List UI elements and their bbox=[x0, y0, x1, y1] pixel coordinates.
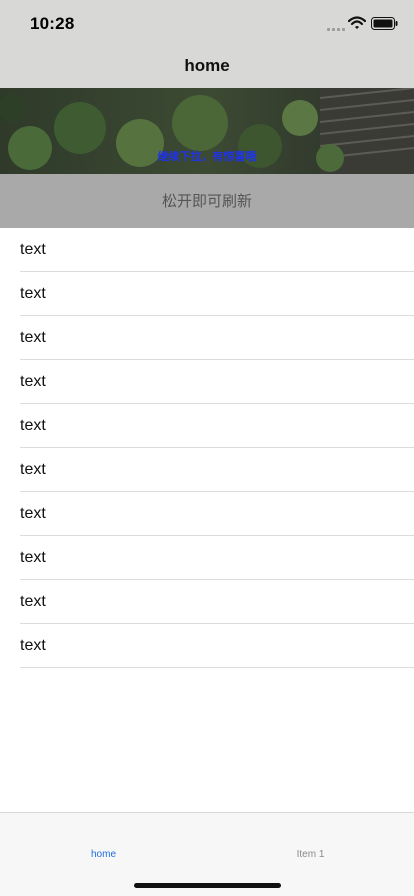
divider bbox=[20, 667, 414, 668]
wifi-icon bbox=[347, 16, 367, 30]
list-item-label: text bbox=[20, 461, 46, 478]
list-item[interactable]: text bbox=[0, 228, 414, 272]
list-item-label: text bbox=[20, 637, 46, 654]
list-item[interactable]: text bbox=[0, 448, 414, 492]
list-item[interactable]: text bbox=[0, 360, 414, 404]
list-item[interactable]: text bbox=[0, 580, 414, 624]
status-bar: 10:28 bbox=[0, 0, 414, 44]
navigation-bar: home bbox=[0, 44, 414, 88]
list-item-label: text bbox=[20, 593, 46, 610]
list-item[interactable]: text bbox=[0, 272, 414, 316]
banner-image: 继续下拉，有惊喜哦 bbox=[0, 88, 414, 174]
list-item-label: text bbox=[20, 549, 46, 566]
page-title: home bbox=[184, 56, 230, 75]
banner-caption: 继续下拉，有惊喜哦 bbox=[157, 151, 257, 163]
tab-home-label: home bbox=[90, 849, 116, 860]
list-item[interactable]: text bbox=[0, 624, 414, 668]
list-item-label: text bbox=[20, 329, 46, 346]
list-item[interactable]: text bbox=[0, 536, 414, 580]
list-item-label: text bbox=[20, 373, 46, 390]
home-indicator[interactable] bbox=[134, 883, 281, 888]
list-item[interactable]: text bbox=[0, 492, 414, 536]
battery-icon bbox=[371, 17, 398, 30]
status-time: 10:28 bbox=[30, 14, 75, 33]
list-item-label: text bbox=[20, 417, 46, 434]
signal-icon bbox=[327, 25, 347, 31]
text-list: text text text text text text text text … bbox=[0, 228, 414, 668]
list-item-label: text bbox=[20, 285, 46, 302]
list-item-label: text bbox=[20, 241, 46, 258]
tab-item-1-label: Item 1 bbox=[296, 849, 325, 860]
pull-refresh-header: 松开即可刷新 bbox=[0, 174, 414, 228]
refresh-status-text: 松开即可刷新 bbox=[161, 192, 252, 210]
list-item-label: text bbox=[20, 505, 46, 522]
list-item[interactable]: text bbox=[0, 404, 414, 448]
list-item[interactable]: text bbox=[0, 316, 414, 360]
